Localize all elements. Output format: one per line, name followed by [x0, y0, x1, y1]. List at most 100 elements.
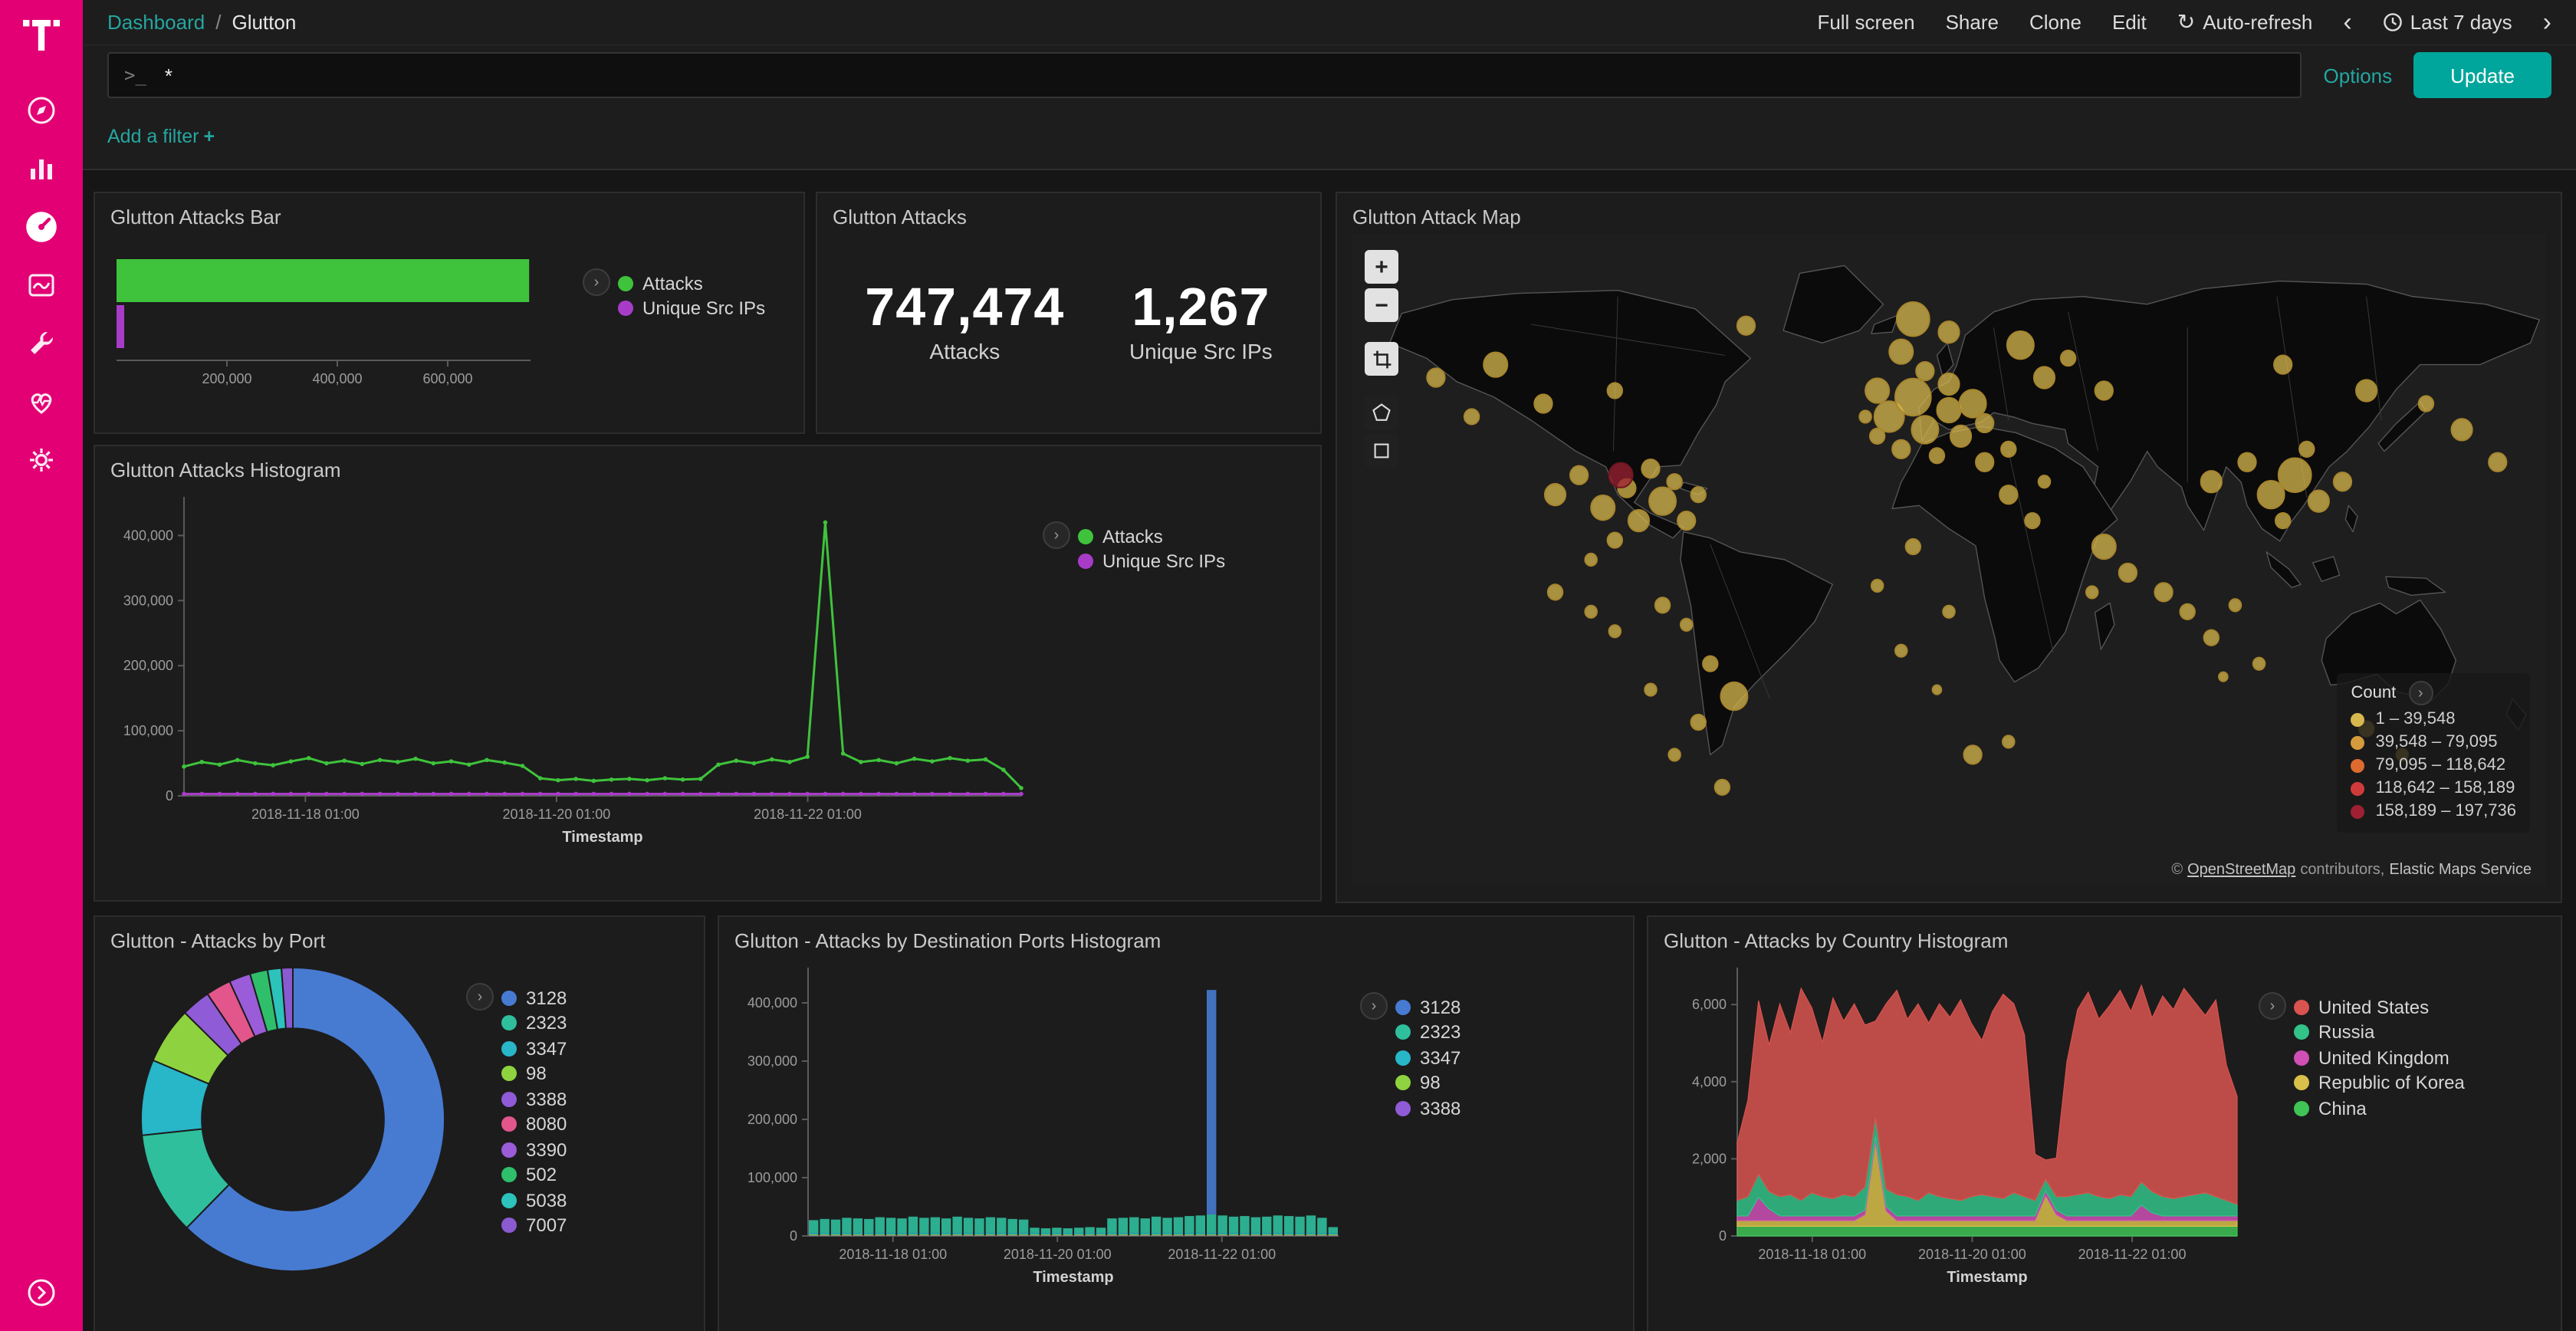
attacks-bar-chart[interactable]: 200,000400,000600,000: [110, 235, 570, 406]
legend-item[interactable]: 98: [1395, 1072, 1460, 1093]
auto-refresh-button[interactable]: ↻ Auto-refresh: [2177, 9, 2313, 35]
legend-item[interactable]: 3388: [501, 1088, 567, 1109]
legend-toggle-icon[interactable]: ›: [466, 983, 494, 1011]
map-legend-label: 1 – 39,548: [2375, 710, 2455, 728]
full-screen-button[interactable]: Full screen: [1817, 11, 1914, 34]
legend-color-dot: [1078, 528, 1093, 544]
panel-title: Glutton Attack Map: [1352, 205, 2545, 228]
panel-dest-ports-histogram: Glutton - Attacks by Destination Ports H…: [718, 915, 1635, 1331]
svg-text:400,000: 400,000: [748, 995, 797, 1011]
legend-color-dot: [1395, 1024, 1411, 1040]
legend-item[interactable]: 98: [501, 1063, 567, 1084]
sidebar-item-discover[interactable]: [0, 81, 83, 140]
ems-link[interactable]: Elastic Maps Service: [2389, 862, 2532, 879]
legend-item[interactable]: 7007: [501, 1214, 567, 1236]
legend-item[interactable]: Attacks: [618, 272, 765, 294]
port-donut-chart[interactable]: [132, 958, 454, 1280]
osm-link[interactable]: OpenStreetMap: [2187, 862, 2295, 879]
legend-item[interactable]: 3388: [1395, 1097, 1460, 1119]
svg-text:2,000: 2,000: [1692, 1151, 1727, 1166]
query-input[interactable]: >_ *: [107, 52, 2302, 98]
legend-item[interactable]: 3347: [501, 1037, 567, 1059]
legend-item[interactable]: 5038: [501, 1189, 567, 1211]
legend-item[interactable]: 8080: [501, 1113, 567, 1135]
legend-item[interactable]: 2323: [1395, 1021, 1460, 1043]
collapse-nav-button[interactable]: [26, 1277, 57, 1316]
sidebar-item-dev-tools[interactable]: [0, 314, 83, 373]
legend-item[interactable]: United States: [2294, 996, 2465, 1017]
clone-button[interactable]: Clone: [2029, 11, 2082, 34]
dest-ports-chart[interactable]: 0100,000200,000300,000400,0002018-11-18 …: [734, 958, 1348, 1288]
metric-value: 747,474: [865, 278, 1064, 339]
legend-item[interactable]: Attacks: [1078, 525, 1225, 547]
legend-toggle-icon[interactable]: ›: [583, 268, 610, 296]
legend-toggle-icon[interactable]: ›: [2408, 681, 2433, 705]
legend-color-dot: [618, 301, 633, 316]
svg-text:0: 0: [1719, 1228, 1727, 1244]
legend-item[interactable]: China: [2294, 1097, 2465, 1119]
sidebar-item-management[interactable]: [0, 431, 83, 489]
attacks-histogram-chart[interactable]: 0100,000200,000300,000400,0002018-11-18 …: [110, 488, 1030, 848]
svg-text:Timestamp: Timestamp: [1033, 1269, 1113, 1286]
legend-item[interactable]: 3128: [501, 987, 567, 1008]
breadcrumb: Dashboard / Glutton: [107, 11, 296, 34]
country-chart[interactable]: 02,0004,0006,0002018-11-18 01:002018-11-…: [1664, 958, 2246, 1288]
legend-item[interactable]: 2323: [501, 1012, 567, 1034]
legend-label: Attacks: [1102, 525, 1163, 547]
map-attribution: ©OpenStreetMapcontributors,Elastic Maps …: [2171, 862, 2536, 879]
tmobile-logo[interactable]: [23, 15, 60, 63]
time-forward-button[interactable]: ›: [2543, 9, 2551, 35]
sidebar-item-monitoring[interactable]: [0, 373, 83, 431]
add-filter-link[interactable]: Add a filter+: [107, 126, 215, 147]
metric-value: 1,267: [1129, 278, 1273, 339]
legend-toggle-icon[interactable]: ›: [2259, 992, 2286, 1020]
crop-tool-button[interactable]: [1365, 342, 1398, 376]
legend-item[interactable]: Russia: [2294, 1021, 2465, 1043]
legend-color-dot: [2294, 1050, 2309, 1065]
legend-item[interactable]: 3390: [501, 1139, 567, 1160]
svg-text:2018-11-18 01:00: 2018-11-18 01:00: [839, 1247, 947, 1262]
map-controls: + −: [1365, 250, 1398, 468]
polygon-tool-button[interactable]: [1365, 396, 1398, 429]
legend-item[interactable]: 3347: [1395, 1047, 1460, 1068]
attack-map[interactable]: + −: [1352, 235, 2545, 885]
rectangle-tool-button[interactable]: [1365, 434, 1398, 468]
options-link[interactable]: Options: [2324, 64, 2393, 87]
map-legend-title: Count: [2351, 684, 2396, 702]
zoom-out-button[interactable]: −: [1365, 288, 1398, 322]
legend-label: Unique Src IPs: [1102, 550, 1225, 572]
legend-item[interactable]: 3128: [1395, 996, 1460, 1017]
svg-text:0: 0: [166, 788, 173, 804]
legend-item[interactable]: Unique Src IPs: [618, 297, 765, 319]
breadcrumb-dashboard-link[interactable]: Dashboard: [107, 11, 205, 34]
svg-text:4,000: 4,000: [1692, 1074, 1727, 1089]
zoom-in-button[interactable]: +: [1365, 250, 1398, 284]
legend-toggle-icon[interactable]: ›: [1043, 521, 1070, 549]
legend-item[interactable]: Republic of Korea: [2294, 1072, 2465, 1093]
sidebar-item-timelion[interactable]: [0, 256, 83, 314]
crop-icon: [1372, 349, 1392, 369]
svg-text:100,000: 100,000: [123, 723, 173, 738]
share-button[interactable]: Share: [1946, 11, 1999, 34]
compass-icon: [26, 95, 57, 126]
legend-item[interactable]: Unique Src IPs: [1078, 550, 1225, 572]
dashboard-gauge-icon: [25, 210, 58, 244]
svg-text:2018-11-20 01:00: 2018-11-20 01:00: [1004, 1247, 1112, 1262]
legend-color-dot: [1078, 554, 1093, 569]
legend-toggle-icon[interactable]: ›: [1360, 992, 1388, 1020]
legend-label: 2323: [526, 1012, 567, 1034]
bar-chart-icon: [26, 153, 57, 184]
timelion-icon: [26, 270, 57, 301]
legend-item[interactable]: 502: [501, 1164, 567, 1185]
time-back-button[interactable]: ‹: [2343, 9, 2351, 35]
chart-legend: › 3128 2323 3347 98 3388 8080 3390 502 5038 7007: [466, 983, 567, 1240]
sidebar-item-visualize[interactable]: [0, 140, 83, 198]
legend-item[interactable]: United Kingdom: [2294, 1047, 2465, 1068]
time-picker-button[interactable]: Last 7 days: [2383, 11, 2512, 34]
legend-label: 2323: [1420, 1021, 1460, 1043]
edit-button[interactable]: Edit: [2112, 11, 2147, 34]
update-button[interactable]: Update: [2413, 52, 2551, 98]
legend-color-dot: [2294, 999, 2309, 1014]
sidebar-item-dashboard[interactable]: [0, 198, 83, 256]
svg-text:200,000: 200,000: [748, 1112, 797, 1127]
